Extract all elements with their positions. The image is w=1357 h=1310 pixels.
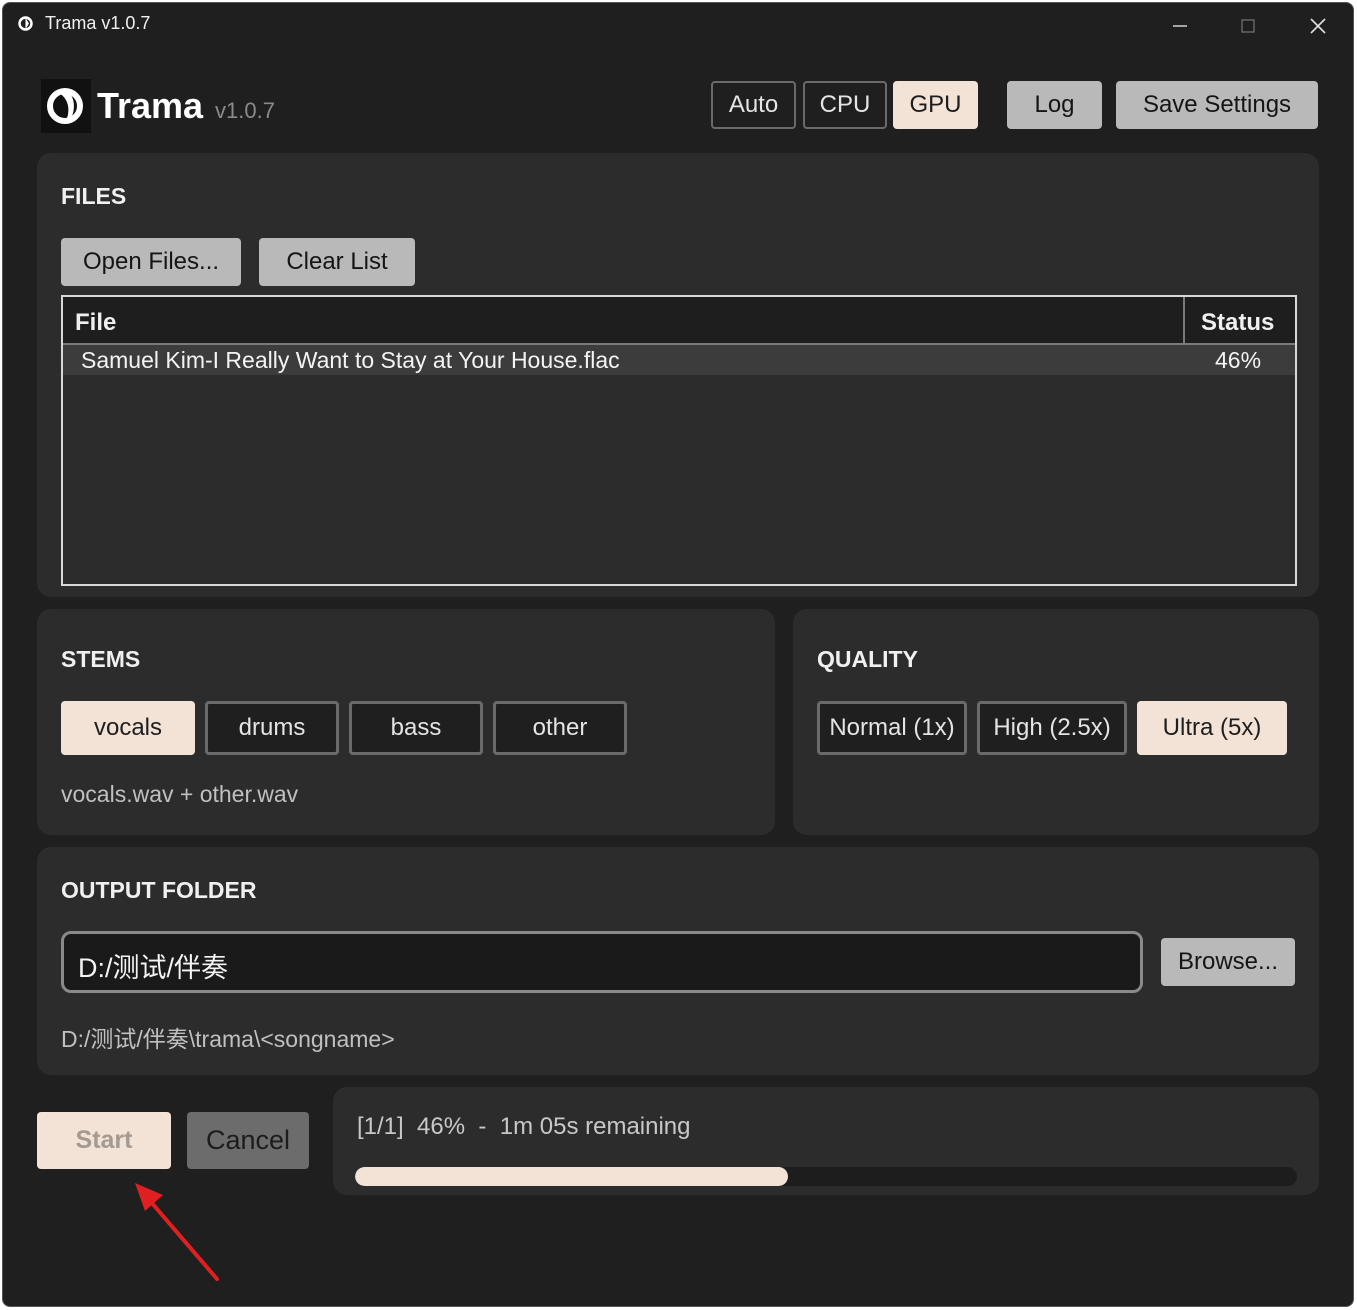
close-icon xyxy=(1310,18,1326,34)
device-cpu-button[interactable]: CPU xyxy=(803,81,887,129)
app-version: v1.0.7 xyxy=(215,98,275,123)
stems-output-hint: vocals.wav + other.wav xyxy=(61,781,299,807)
stem-other-toggle[interactable]: other xyxy=(493,701,627,755)
minimize-button[interactable] xyxy=(1157,9,1203,43)
table-row[interactable]: Samuel Kim-I Really Want to Stay at Your… xyxy=(63,345,1295,375)
files-title: FILES xyxy=(61,183,127,209)
title-bar: Trama v1.0.7 xyxy=(3,3,1353,47)
table-header: File Status xyxy=(63,297,1295,345)
maximize-icon xyxy=(1241,19,1255,33)
maximize-button[interactable] xyxy=(1225,9,1271,43)
column-divider[interactable] xyxy=(1183,297,1185,345)
logo-icon xyxy=(47,88,83,124)
files-table[interactable]: File Status Samuel Kim-I Really Want to … xyxy=(61,295,1297,586)
quality-title: QUALITY xyxy=(817,646,918,672)
app-logo xyxy=(41,79,91,133)
device-gpu-button[interactable]: GPU xyxy=(893,81,978,129)
stem-drums-toggle[interactable]: drums xyxy=(205,701,339,755)
quality-high-toggle[interactable]: High (2.5x) xyxy=(977,701,1127,755)
progress-bar-fill xyxy=(355,1167,789,1186)
device-auto-button[interactable]: Auto xyxy=(711,81,796,129)
stems-title: STEMS xyxy=(61,646,141,672)
output-folder-value: D:/测试/伴奏 xyxy=(78,953,229,983)
column-header-status[interactable]: Status xyxy=(1201,309,1274,337)
clear-list-button[interactable]: Clear List xyxy=(259,238,415,286)
close-button[interactable] xyxy=(1295,9,1341,43)
minimize-icon xyxy=(1173,25,1187,27)
stem-vocals-toggle[interactable]: vocals xyxy=(61,701,195,755)
stem-bass-toggle[interactable]: bass xyxy=(349,701,483,755)
progress-status-text: [1/1] 46% - 1m 05s remaining xyxy=(357,1113,691,1140)
window-title: Trama v1.0.7 xyxy=(45,13,151,33)
quality-ultra-toggle[interactable]: Ultra (5x) xyxy=(1137,701,1287,755)
browse-button[interactable]: Browse... xyxy=(1161,938,1295,986)
output-folder-input[interactable]: D:/测试/伴奏 xyxy=(61,931,1143,993)
app-window: Trama v1.0.7 Trama v1.0.7 Auto CPU GPU L… xyxy=(2,2,1354,1307)
save-settings-button[interactable]: Save Settings xyxy=(1116,81,1318,129)
start-button[interactable]: Start xyxy=(37,1112,171,1169)
output-title: OUTPUT FOLDER xyxy=(61,877,257,903)
row-file-name: Samuel Kim-I Really Want to Stay at Your… xyxy=(81,347,620,373)
app-name: Trama xyxy=(97,85,204,126)
annotation-arrow-icon xyxy=(135,1183,219,1281)
open-files-button[interactable]: Open Files... xyxy=(61,238,241,286)
log-button[interactable]: Log xyxy=(1007,81,1102,129)
column-header-file[interactable]: File xyxy=(75,309,116,337)
resolved-output-path: D:/测试/伴奏\trama\<songname> xyxy=(61,1026,395,1052)
progress-bar xyxy=(355,1167,1297,1186)
row-status: 46% xyxy=(1215,347,1262,373)
quality-normal-toggle[interactable]: Normal (1x) xyxy=(817,701,967,755)
cancel-button[interactable]: Cancel xyxy=(187,1112,309,1169)
app-icon xyxy=(18,16,33,31)
